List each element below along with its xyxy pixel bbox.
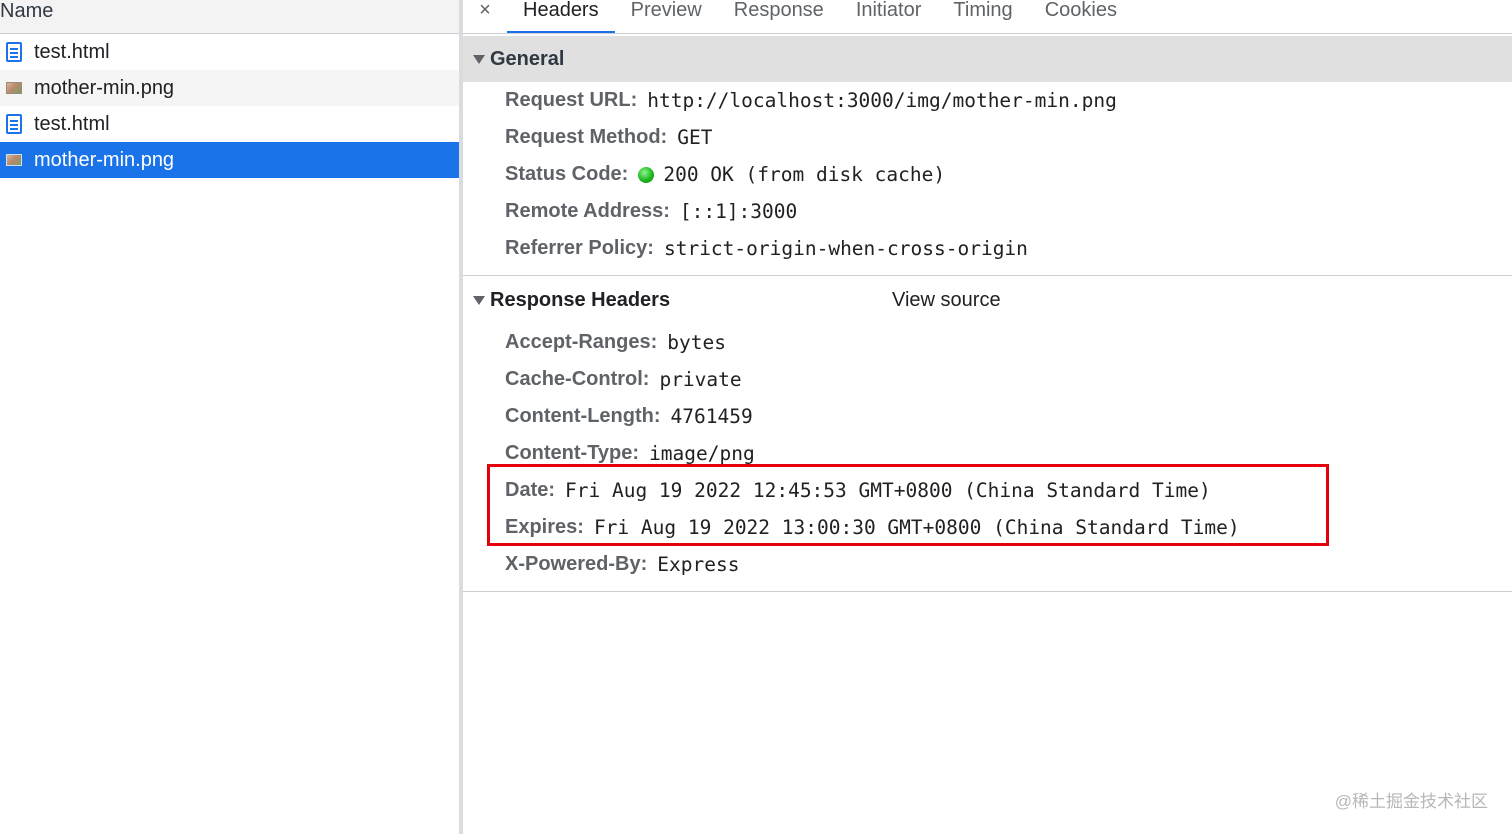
- status-ok-icon: [638, 166, 655, 183]
- watermark: @稀土掘金技术社区: [1334, 792, 1488, 811]
- image-icon: [0, 154, 34, 166]
- header-row: Content-Type: image/png: [463, 435, 1512, 472]
- tab-response[interactable]: Response: [718, 0, 840, 33]
- tab-timing[interactable]: Timing: [937, 0, 1028, 33]
- tab-initiator[interactable]: Initiator: [840, 0, 938, 33]
- header-key: Content-Length:: [505, 405, 661, 427]
- header-value: [::1]:3000: [679, 200, 798, 223]
- header-key: X-Powered-By:: [505, 553, 648, 575]
- header-key: Expires:: [505, 516, 584, 538]
- header-row: Cache-Control: private: [463, 361, 1512, 398]
- header-row: Expires: Fri Aug 19 2022 13:00:30 GMT+08…: [463, 509, 1512, 546]
- header-value: Express: [657, 553, 740, 576]
- header-value: strict-origin-when-cross-origin: [663, 237, 1028, 260]
- tab-headers[interactable]: Headers: [507, 0, 615, 33]
- status-value: 200 OK (from disk cache): [638, 163, 945, 186]
- request-row[interactable]: mother-min.png: [0, 70, 459, 106]
- header-key: Accept-Ranges:: [505, 331, 658, 353]
- header-key: Cache-Control:: [505, 368, 650, 390]
- response-headers-title: Response Headers: [490, 288, 671, 311]
- request-row-selected[interactable]: mother-min.png: [0, 142, 459, 178]
- section-divider: [463, 591, 1512, 592]
- general-section-header[interactable]: General: [463, 36, 1512, 82]
- header-value: bytes: [667, 331, 726, 354]
- header-row: Date: Fri Aug 19 2022 12:45:53 GMT+0800 …: [463, 472, 1512, 509]
- view-source-link[interactable]: View source: [892, 289, 1001, 312]
- request-row[interactable]: test.html: [0, 106, 459, 142]
- header-row: Remote Address: [::1]:3000: [463, 193, 1512, 230]
- name-column-header[interactable]: Name: [0, 0, 459, 34]
- general-section-title: General: [490, 47, 565, 70]
- request-name: test.html: [34, 112, 110, 135]
- header-row: Status Code: 200 OK (from disk cache): [463, 156, 1512, 193]
- image-icon: [0, 82, 34, 94]
- header-key: Status Code:: [505, 163, 629, 185]
- header-key: Request Method:: [505, 126, 668, 148]
- triangle-down-icon: [473, 55, 485, 64]
- header-key: Date:: [505, 479, 556, 501]
- response-headers-section-header[interactable]: Response Headers View source: [463, 276, 1512, 324]
- header-value: 4761459: [670, 405, 753, 428]
- tab-preview[interactable]: Preview: [615, 0, 718, 33]
- header-row: X-Powered-By: Express: [463, 546, 1512, 583]
- tab-cookies[interactable]: Cookies: [1029, 0, 1133, 33]
- header-key: Remote Address:: [505, 200, 670, 222]
- close-icon[interactable]: ×: [463, 0, 507, 20]
- request-name: test.html: [34, 40, 110, 63]
- general-section: Request URL: http://localhost:3000/img/m…: [463, 82, 1512, 267]
- request-name: mother-min.png: [34, 76, 175, 99]
- header-key: Referrer Policy:: [505, 237, 654, 259]
- triangle-down-icon: [473, 296, 485, 305]
- header-key: Content-Type:: [505, 442, 640, 464]
- header-row: Accept-Ranges: bytes: [463, 324, 1512, 361]
- request-list-panel: Name test.html mother-min.png test.html …: [0, 0, 459, 834]
- request-details-panel: × Headers Preview Response Initiator Tim…: [463, 0, 1512, 834]
- header-key: Request URL:: [505, 89, 638, 111]
- document-icon: [0, 114, 34, 134]
- details-tab-bar: × Headers Preview Response Initiator Tim…: [463, 0, 1512, 34]
- header-value: http://localhost:3000/img/mother-min.png: [647, 89, 1117, 112]
- header-row: Referrer Policy: strict-origin-when-cros…: [463, 230, 1512, 267]
- header-row: Request Method: GET: [463, 119, 1512, 156]
- request-row[interactable]: test.html: [0, 34, 459, 70]
- header-row: Request URL: http://localhost:3000/img/m…: [463, 82, 1512, 119]
- header-value: Fri Aug 19 2022 13:00:30 GMT+0800 (China…: [593, 516, 1240, 539]
- header-value: GET: [677, 126, 713, 149]
- document-icon: [0, 42, 34, 62]
- header-value: Fri Aug 19 2022 12:45:53 GMT+0800 (China…: [565, 479, 1211, 502]
- header-value: 200 OK (from disk cache): [663, 163, 946, 186]
- response-headers-section: Accept-Ranges: bytes Cache-Control: priv…: [463, 324, 1512, 583]
- header-row: Content-Length: 4761459: [463, 398, 1512, 435]
- request-name: mother-min.png: [34, 148, 175, 171]
- header-value: private: [659, 368, 742, 391]
- header-value: image/png: [649, 442, 755, 465]
